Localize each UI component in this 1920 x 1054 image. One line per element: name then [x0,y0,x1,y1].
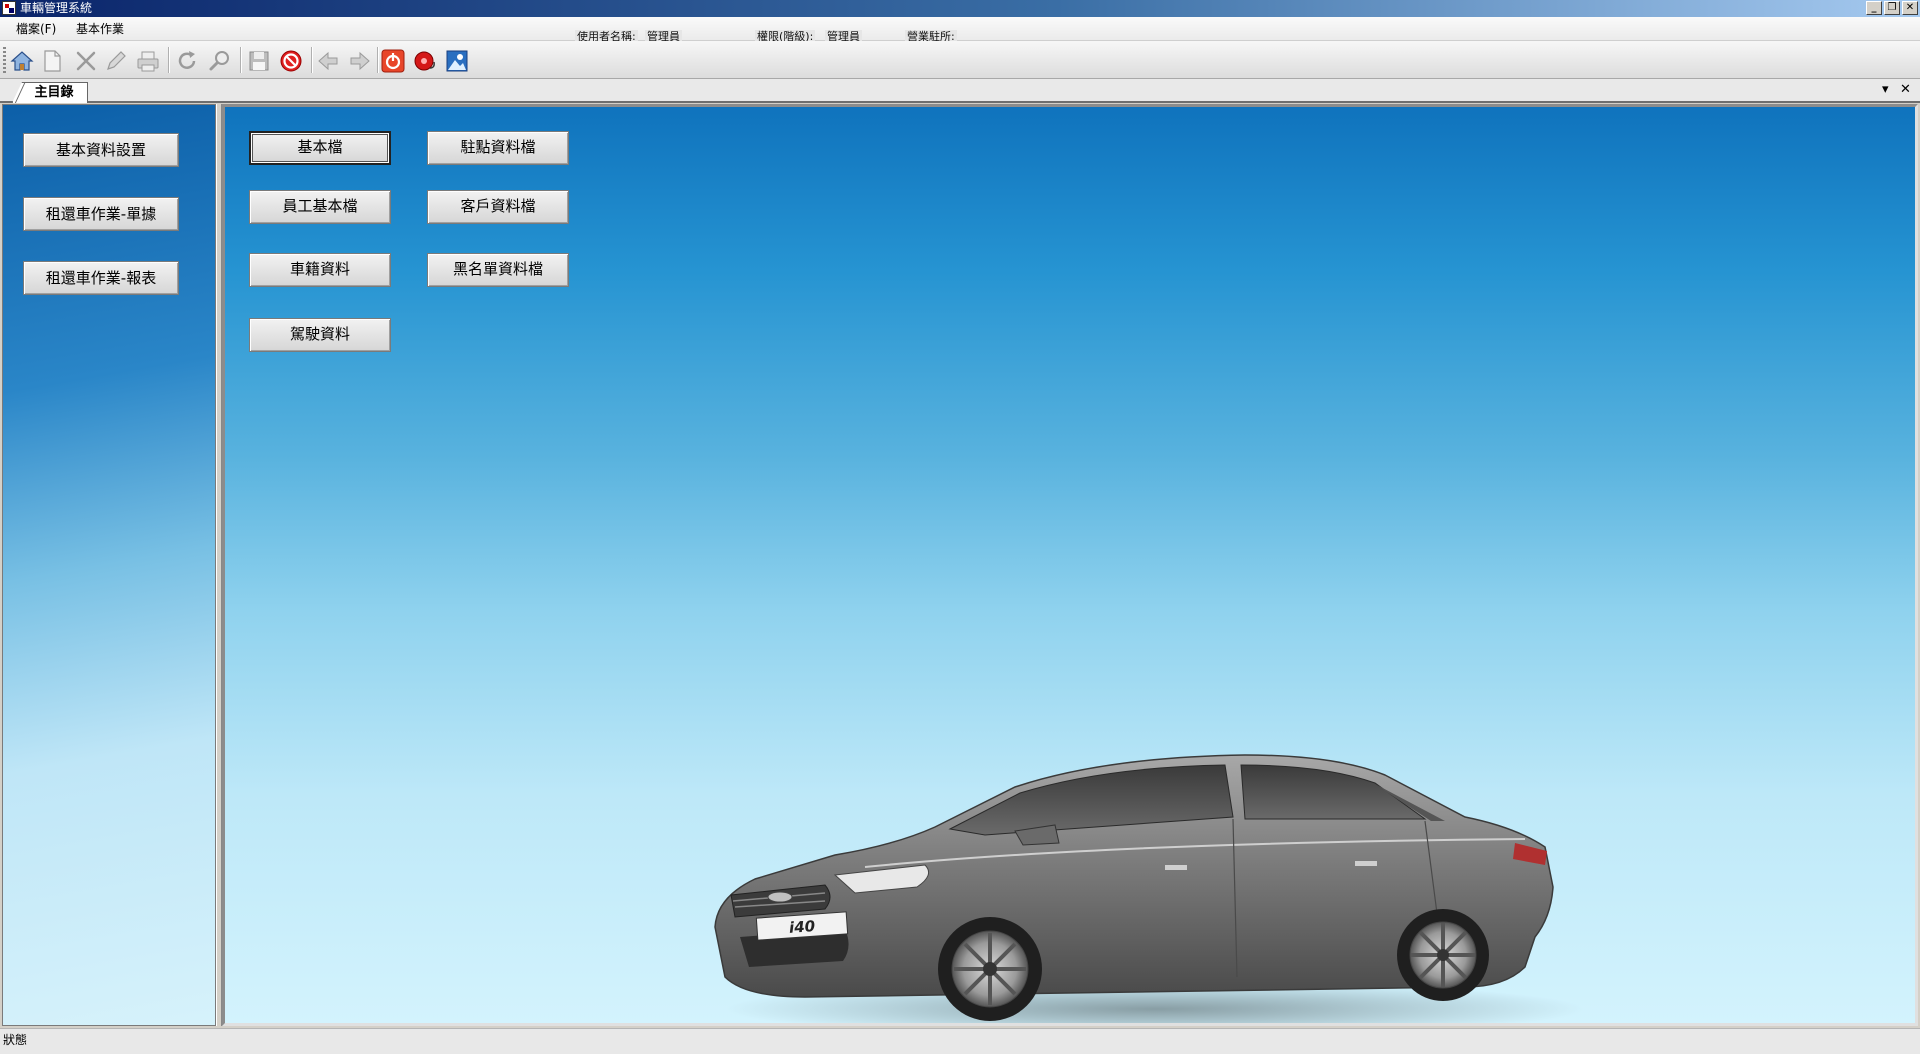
sidebar-item-rental-documents[interactable]: 租還車作業-單據 [23,197,179,231]
previous-icon[interactable] [313,46,343,76]
title-bar: 車輛管理系統 _ ❐ ✕ [0,0,1920,17]
print-icon[interactable] [133,46,163,76]
window-controls: _ ❐ ✕ [1866,1,1918,15]
close-button[interactable]: ✕ [1902,1,1918,15]
vehicle-registry-button[interactable]: 車籍資料 [249,253,391,287]
app-icon [2,1,16,15]
stop-icon[interactable] [276,46,306,76]
tab-strip: 主目錄 ▾ ✕ [0,79,1920,103]
window-title: 車輛管理系統 [20,1,93,15]
status-text: 狀態 [3,1033,28,1047]
sidebar-item-rental-reports[interactable]: 租還車作業-報表 [23,261,179,295]
search-icon[interactable] [205,46,235,76]
customer-data-button[interactable]: 客戶資料檔 [427,190,569,224]
toolbar [0,41,1920,79]
menu-basic-operations[interactable]: 基本作業 [74,21,126,37]
picture-icon[interactable] [442,46,472,76]
edit-icon[interactable] [101,46,131,76]
station-data-button[interactable]: 駐點資料檔 [427,131,569,165]
tab-close-icon[interactable]: ✕ [1900,83,1911,97]
employee-file-button[interactable]: 員工基本檔 [249,190,391,224]
main-content: 基本檔 駐點資料檔 員工基本檔 客戶資料檔 車籍資料 黑名單資料檔 駕駛資料 i… [222,104,1918,1026]
delete-icon[interactable] [71,46,101,76]
blacklist-data-button[interactable]: 黑名單資料檔 [427,253,569,287]
alarm-icon[interactable] [410,46,440,76]
sidebar-item-basic-settings[interactable]: 基本資料設置 [23,133,179,167]
tab-main-menu[interactable]: 主目錄 [12,82,88,103]
toolbar-separator [240,47,241,73]
new-document-icon[interactable] [37,46,67,76]
save-icon[interactable] [244,46,274,76]
restore-button[interactable]: ❐ [1884,1,1900,15]
status-bar: 狀態 [0,1028,1920,1054]
car-illustration: i40 [714,754,1585,1023]
toolbar-grip[interactable] [3,47,6,73]
tab-dropdown-icon[interactable]: ▾ [1882,83,1889,97]
sidebar: 基本資料設置 租還車作業-單據 租還車作業-報表 [2,104,216,1026]
car-badge: i40 [788,917,815,937]
menu-file[interactable]: 檔案(F) [14,21,58,37]
home-icon[interactable] [7,46,37,76]
driver-data-button[interactable]: 駕駛資料 [249,318,391,352]
minimize-button[interactable]: _ [1866,1,1882,15]
refresh-icon[interactable] [172,46,202,76]
next-icon[interactable] [345,46,375,76]
toolbar-separator [168,47,169,73]
basic-file-button[interactable]: 基本檔 [249,131,391,165]
toolbar-separator [311,47,312,73]
menu-bar: 檔案(F) 基本作業 使用者名稱: 管理員 權限(階級): 管理員 營業駐所: [0,17,1920,43]
power-icon[interactable] [378,46,408,76]
